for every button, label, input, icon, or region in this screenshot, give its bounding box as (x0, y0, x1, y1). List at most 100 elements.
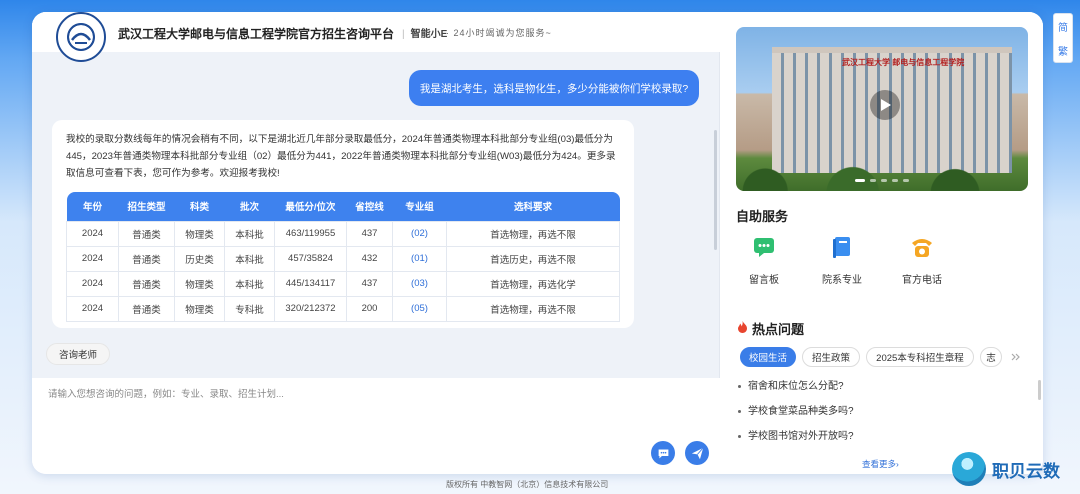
fire-icon (738, 321, 747, 333)
column-header: 专业组 (392, 192, 447, 221)
bot-message-bubble: 我校的录取分数线每年的情况会稍有不同，以下是湖北近几年部分录取最低分，2024年… (52, 120, 634, 328)
self-service-title: 自助服务 (736, 209, 789, 224)
table-cell: 历史类 (174, 245, 225, 272)
watermark-text: 职贝云数 (992, 461, 1060, 481)
carousel-dots (736, 179, 1028, 182)
table-cell: 320/212372 (274, 295, 347, 322)
table-cell: 物理类 (174, 270, 225, 297)
table-cell: 437 (346, 220, 393, 247)
table-cell: 445/134117 (274, 270, 347, 297)
column-header: 最低分/位次 (274, 192, 347, 221)
column-header: 选科要求 (446, 192, 620, 221)
chat-panel: 武汉工程大学邮电与信息工程学院官方招生咨询平台 | 智能小E · 24小时竭诚为您… (32, 12, 720, 474)
message-board-icon (754, 238, 774, 257)
table-cell: 首选物理，再选不限 (446, 295, 620, 322)
bot-message-text: 我校的录取分数线每年的情况会稍有不同，以下是湖北近几年部分录取最低分，2024年… (66, 134, 616, 179)
campus-video[interactable]: 武汉工程大学 邮电与信息工程学院 (736, 27, 1028, 191)
simplified-chinese-button[interactable]: 简 (1058, 19, 1068, 34)
service-label: 官方电话 (902, 275, 942, 286)
send-button[interactable] (685, 441, 709, 465)
chat-scrollbar[interactable] (714, 130, 717, 250)
table-cell: 普通类 (118, 220, 175, 247)
service-message-board[interactable]: 留言板 (736, 234, 792, 286)
table-cell: 432 (346, 245, 393, 272)
column-header: 省控线 (346, 192, 393, 221)
table-cell: 物理类 (174, 295, 225, 322)
tab-admission-charter[interactable]: 2025本专科招生章程 (866, 347, 974, 367)
table-row: 2024 普通类 物理类 本科批 445/134117 437 (03) 首选物… (66, 270, 620, 297)
service-departments[interactable]: 院系专业 (814, 234, 870, 286)
column-header: 年份 (66, 192, 119, 221)
building-sign: 武汉工程大学 邮电与信息工程学院 (842, 58, 965, 67)
table-cell: 本科批 (224, 245, 275, 272)
question-input[interactable] (48, 386, 648, 426)
traditional-chinese-button[interactable]: 繁 (1058, 43, 1068, 58)
phone-icon (912, 239, 932, 257)
major-group-link[interactable]: (02) (392, 220, 447, 247)
list-item[interactable]: 宿舍和床位怎么分配? (736, 380, 1016, 405)
carousel-dot[interactable] (881, 179, 887, 182)
carousel-dot[interactable] (892, 179, 898, 182)
hot-question-list: 宿舍和床位怎么分配? 学校食堂菜品种类多吗? 学校图书馆对外开放吗? (736, 380, 1016, 455)
tab-campus-life[interactable]: 校园生活 (740, 347, 796, 367)
service-label: 院系专业 (822, 275, 862, 286)
table-cell: 普通类 (118, 245, 175, 272)
table-cell: 437 (346, 270, 393, 297)
major-group-link[interactable]: (05) (392, 295, 447, 322)
major-group-link[interactable]: (01) (392, 245, 447, 272)
table-cell: 首选物理，再选不限 (446, 220, 620, 247)
list-item[interactable]: 学校食堂菜品种类多吗? (736, 405, 1016, 430)
see-more-link[interactable]: 查看更多› (862, 458, 899, 470)
column-header: 批次 (224, 192, 275, 221)
footer-copyright: 版权所有 中教智网（北京）信息技术有限公司 (446, 480, 609, 489)
carousel-dot[interactable] (870, 179, 876, 182)
table-cell: 物理类 (174, 220, 225, 247)
input-area (32, 378, 720, 474)
tab-volunteer[interactable]: 志 (980, 347, 1002, 367)
school-logo (56, 12, 106, 62)
trees-image (736, 165, 1028, 191)
table-cell: 首选历史，再选不限 (446, 245, 620, 272)
table-cell: 2024 (66, 220, 119, 247)
table-cell: 专科批 (224, 295, 275, 322)
table-cell: 首选物理，再选化学 (446, 270, 620, 297)
table-row: 2024 普通类 物理类 本科批 463/119955 437 (02) 首选物… (66, 220, 620, 247)
major-group-link[interactable]: (03) (392, 270, 447, 297)
send-icon (691, 447, 703, 459)
sidebar: 武汉工程大学 邮电与信息工程学院 自助服务 留言板 院系专业 官方电话 热点问题… (720, 12, 1043, 474)
tab-admission-policy[interactable]: 招生政策 (802, 347, 860, 367)
consult-teacher-button[interactable]: 咨询老师 (46, 343, 110, 365)
service-grid: 留言板 院系专业 官方电话 (736, 234, 996, 286)
watermark: 职贝云数 (952, 451, 1080, 487)
table-cell: 本科批 (224, 220, 275, 247)
table-cell: 本科批 (224, 270, 275, 297)
carousel-dot[interactable] (903, 179, 909, 182)
chat-bubble-button[interactable] (651, 441, 675, 465)
user-message-bubble: 我是湖北考生，选科是物化生，多少分能被你们学校录取? (409, 70, 699, 106)
service-label: 留言板 (749, 275, 779, 286)
logo-emblem-icon (67, 23, 95, 51)
column-header: 招生类型 (118, 192, 175, 221)
table-row: 2024 普通类 历史类 本科批 457/35824 432 (01) 首选历史… (66, 245, 620, 272)
page-title: 武汉工程大学邮电与信息工程学院官方招生咨询平台 (118, 27, 395, 41)
table-header-row: 年份 招生类型 科类 批次 最低分/位次 省控线 专业组 选科要求 (66, 192, 620, 221)
table-row: 2024 普通类 物理类 专科批 320/212372 200 (05) 首选物… (66, 295, 620, 322)
book-icon (833, 237, 850, 258)
hot-topic-tabs: 校园生活 招生政策 2025本专科招生章程 志 (740, 347, 1030, 369)
table-cell: 普通类 (118, 270, 175, 297)
table-cell: 463/119955 (274, 220, 347, 247)
table-cell: 普通类 (118, 295, 175, 322)
tabs-scroll-right-button[interactable] (1006, 347, 1026, 367)
chat-bubble-icon (658, 448, 668, 458)
app-window: 武汉工程大学邮电与信息工程学院官方招生咨询平台 | 智能小E · 24小时竭诚为您… (32, 12, 1043, 474)
slogan-text: 24小时竭诚为您服务~ (453, 28, 552, 38)
question-list-scrollbar[interactable] (1038, 380, 1041, 400)
carousel-dot[interactable] (855, 179, 865, 182)
play-button[interactable] (870, 90, 900, 120)
table-cell: 2024 (66, 295, 119, 322)
chevron-right-icon (1011, 353, 1020, 361)
language-switcher: 简 繁 (1053, 13, 1073, 63)
slogan: · 24小时竭诚为您服务~ (446, 28, 552, 38)
brand-name: | 智能小E (402, 29, 448, 40)
service-official-phone[interactable]: 官方电话 (894, 234, 950, 286)
